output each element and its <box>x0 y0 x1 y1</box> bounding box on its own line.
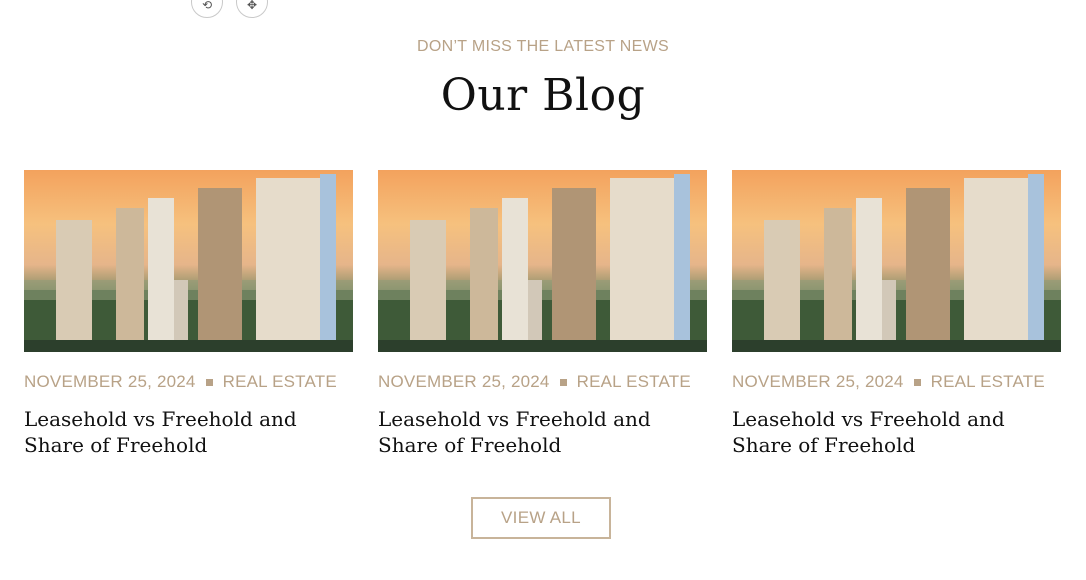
post-date: NOVEMBER 25, 2024 <box>732 372 904 391</box>
post-image-link[interactable] <box>378 170 707 352</box>
post-meta: NOVEMBER 25, 2024 REAL ESTATE <box>732 372 1061 392</box>
city-towers-sunset-image <box>24 174 353 352</box>
post-category[interactable]: REAL ESTATE <box>577 372 691 392</box>
post-meta: NOVEMBER 25, 2024 REAL ESTATE <box>378 372 707 392</box>
rotate-button[interactable]: ⟲ <box>191 0 223 18</box>
post-image-link[interactable] <box>732 170 1061 352</box>
city-towers-sunset-image <box>732 174 1061 352</box>
meta-separator <box>205 378 213 386</box>
post-title-link[interactable]: Leasehold vs Freehold and Share of Freeh… <box>378 406 707 458</box>
city-towers-sunset-image <box>378 174 707 352</box>
post-title-link[interactable]: Leasehold vs Freehold and Share of Freeh… <box>732 406 1061 458</box>
blog-card: NOVEMBER 25, 2024 REAL ESTATE Leasehold … <box>24 170 353 458</box>
move-button[interactable]: ✥ <box>236 0 268 18</box>
section-eyebrow: DON’T MISS THE LATEST NEWS <box>417 38 669 55</box>
post-date: NOVEMBER 25, 2024 <box>378 372 550 391</box>
view-all-button[interactable]: VIEW ALL <box>471 497 611 539</box>
post-category[interactable]: REAL ESTATE <box>223 372 337 392</box>
move-icon: ✥ <box>246 0 258 12</box>
post-image-link[interactable] <box>24 170 353 352</box>
blog-card: NOVEMBER 25, 2024 REAL ESTATE Leasehold … <box>732 170 1061 458</box>
meta-separator <box>913 378 921 386</box>
post-title-link[interactable]: Leasehold vs Freehold and Share of Freeh… <box>24 406 353 458</box>
blog-card: NOVEMBER 25, 2024 REAL ESTATE Leasehold … <box>378 170 707 458</box>
post-meta: NOVEMBER 25, 2024 REAL ESTATE <box>24 372 353 392</box>
rotate-icon: ⟲ <box>201 0 213 12</box>
section-title: Our Blog <box>440 70 646 121</box>
meta-separator <box>559 378 567 386</box>
post-category[interactable]: REAL ESTATE <box>931 372 1045 392</box>
post-date: NOVEMBER 25, 2024 <box>24 372 196 391</box>
